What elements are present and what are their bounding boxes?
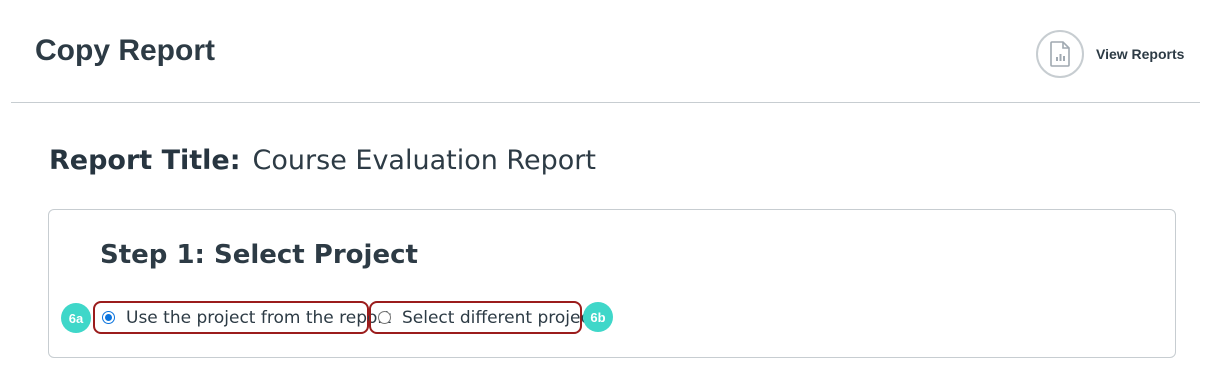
page-title: Copy Report <box>35 34 215 67</box>
option-select-different-project[interactable]: Select different project <box>369 301 596 334</box>
step-title: Step 1: Select Project <box>100 240 418 270</box>
annotation-badge-6a: 6a <box>61 303 91 333</box>
option-label: Use the project from the report <box>126 307 392 328</box>
header-divider <box>11 102 1200 103</box>
view-reports-label: View Reports <box>1096 46 1185 62</box>
report-title-label: Report Title: <box>49 145 241 176</box>
option-label: Select different project <box>402 307 597 328</box>
step-select-project-card: Step 1: Select Project 6a Use the projec… <box>48 209 1176 358</box>
page-header: Copy Report View Reports <box>0 0 1212 104</box>
radio-select-different-project[interactable] <box>378 311 391 324</box>
report-document-icon[interactable] <box>1036 30 1084 78</box>
report-title-value: Course Evaluation Report <box>252 145 596 176</box>
annotation-badge-6b: 6b <box>583 302 613 332</box>
option-use-report-project[interactable]: Use the project from the report <box>93 301 391 334</box>
view-reports-button[interactable]: View Reports <box>1036 30 1184 78</box>
radio-use-report-project[interactable] <box>102 311 115 324</box>
report-title: Report Title: Course Evaluation Report <box>49 145 596 176</box>
